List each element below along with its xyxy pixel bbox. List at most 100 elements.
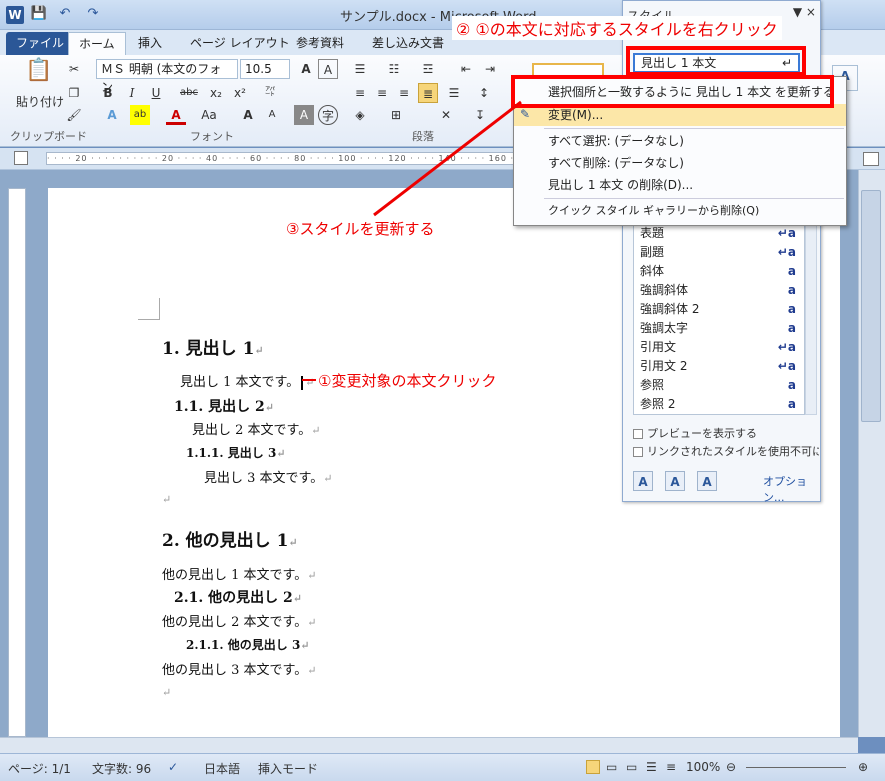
shading-icon[interactable]: ◈ — [350, 105, 370, 125]
web-layout-icon[interactable]: ▭ — [626, 760, 637, 774]
cut-icon[interactable]: ✂ — [64, 59, 84, 79]
italic-button[interactable]: I — [122, 83, 142, 103]
style-item[interactable]: 表題 ↵a — [634, 224, 804, 243]
save-icon[interactable]: 💾 — [30, 6, 48, 24]
horizontal-scrollbar[interactable] — [0, 737, 858, 753]
numbering-icon[interactable]: ☷ — [384, 59, 404, 79]
doc-heading-1[interactable]: 1. 見出し 1↵ — [162, 334, 264, 359]
style-item[interactable]: 参照 a — [634, 376, 804, 395]
tab-references[interactable]: 参考資料 — [286, 32, 354, 56]
draft-icon[interactable]: ≡ — [666, 760, 676, 774]
style-item[interactable]: 強調斜体 a — [634, 281, 804, 300]
style-item[interactable]: 引用文 ↵a — [634, 338, 804, 357]
menu-item-remove-from-gallery[interactable]: クイック スタイル ギャラリーから削除(Q) — [514, 200, 846, 222]
doc-heading-3[interactable]: 2.1.1. 他の見出し 3↵ — [186, 636, 310, 653]
options-link[interactable]: オプション... — [763, 473, 820, 505]
copy-icon[interactable]: ❐ — [64, 83, 84, 103]
vertical-scroll-thumb[interactable] — [861, 190, 881, 422]
zoom-slider[interactable] — [746, 767, 846, 768]
text-effects-button[interactable]: A — [102, 105, 122, 125]
bold-button[interactable]: B — [98, 83, 118, 103]
ruby-icon[interactable]: ㌀ — [260, 83, 280, 103]
tab-insert[interactable]: 挿入 — [128, 32, 172, 56]
redo-icon[interactable]: ↷ — [84, 6, 102, 24]
align-right-icon[interactable]: ≡ — [394, 83, 414, 103]
style-list-scrollbar[interactable] — [805, 219, 817, 415]
word-count[interactable]: 文字数: 96 — [92, 760, 151, 777]
borders-icon[interactable]: ⊞ — [386, 105, 406, 125]
doc-heading-2[interactable]: 2.1. 他の見出し 2↵ — [174, 587, 302, 607]
multilevel-list-icon[interactable]: ☲ — [418, 59, 438, 79]
style-item[interactable]: 引用文 2 ↵a — [634, 357, 804, 376]
tab-home[interactable]: ホーム — [68, 32, 126, 56]
doc-heading-1[interactable]: 2. 他の見出し 1↵ — [162, 526, 298, 551]
ruler-toggle-icon[interactable] — [863, 152, 879, 166]
doc-body-text[interactable]: 他の見出し 2 本文です。↵ — [162, 611, 316, 630]
style-item[interactable]: 参照 2a — [634, 395, 804, 414]
clear-format-icon[interactable]: A — [318, 59, 338, 79]
format-painter-icon[interactable]: 🖌 — [64, 105, 84, 125]
proofing-icon[interactable]: ✓ — [168, 760, 178, 774]
distributed-icon[interactable]: ☰ — [444, 83, 464, 103]
justify-icon[interactable]: ≣ — [418, 83, 438, 103]
tab-file[interactable]: ファイル — [6, 32, 75, 56]
align-center-icon[interactable]: ≡ — [372, 83, 392, 103]
style-inspector-icon[interactable]: A — [665, 471, 685, 491]
doc-empty-line[interactable]: ↵ — [162, 685, 171, 700]
menu-item-delete-style[interactable]: 見出し 1 本文 の削除(D)... — [514, 174, 846, 196]
line-spacing-icon[interactable]: ↕ — [474, 83, 494, 103]
insert-mode[interactable]: 挿入モード — [258, 760, 318, 777]
shrink-font-button[interactable]: A — [262, 105, 282, 125]
doc-body-text[interactable]: 他の見出し 3 本文です。↵ — [162, 659, 316, 678]
fullscreen-reading-icon[interactable]: ▭ — [606, 760, 617, 774]
language[interactable]: 日本語 — [204, 760, 240, 777]
style-item[interactable]: 強調太字 a — [634, 319, 804, 338]
underline-button[interactable]: U — [146, 83, 166, 103]
asian-layout-icon[interactable]: ✕ — [436, 105, 456, 125]
enclose-char-button[interactable]: 字 — [318, 105, 338, 125]
increase-indent-icon[interactable]: ⇥ — [480, 59, 500, 79]
change-case-button[interactable]: Aa — [196, 105, 222, 125]
new-style-icon[interactable]: A — [633, 471, 653, 491]
style-item[interactable]: 斜体 a — [634, 262, 804, 281]
align-left-icon[interactable]: ≡ — [350, 83, 370, 103]
font-name-select[interactable]: ＭＳ 明朝 (本文のフォン — [96, 59, 238, 94]
undo-icon[interactable]: ↶ — [56, 6, 74, 24]
tab-page-layout[interactable]: ページ レイアウト — [180, 32, 300, 56]
doc-body-text[interactable]: 見出し 2 本文です。↵ — [192, 419, 320, 438]
strikethrough-button[interactable]: abc — [176, 83, 202, 103]
menu-item-select-all[interactable]: すべて選択: (データなし) — [514, 130, 846, 152]
highlight-button[interactable]: ab — [130, 105, 150, 125]
horizontal-ruler[interactable]: · · · · 20 · · · · · · · · · · 20 · · · … — [46, 152, 566, 165]
paste-button-label[interactable]: 貼り付け — [16, 93, 64, 110]
doc-body-text[interactable]: 他の見出し 1 本文です。↵ — [162, 564, 316, 583]
style-item[interactable]: 強調斜体 2a — [634, 300, 804, 319]
tab-selector[interactable] — [14, 151, 28, 165]
superscript-button[interactable]: x² — [230, 83, 250, 103]
font-size-select[interactable]: 10.5 — [240, 59, 290, 79]
menu-item-clear-all[interactable]: すべて削除: (データなし) — [514, 152, 846, 174]
doc-body-text[interactable]: 見出し 1 本文です。 ↵ — [180, 371, 314, 390]
grow-font-icon[interactable]: A — [296, 59, 316, 79]
grow-font-button[interactable]: A — [238, 105, 258, 125]
subscript-button[interactable]: x₂ — [206, 83, 226, 103]
paste-icon[interactable]: 📋 — [24, 60, 54, 91]
style-item[interactable]: 副題 ↵a — [634, 243, 804, 262]
manage-styles-icon[interactable]: A — [697, 471, 717, 491]
tab-mailings[interactable]: 差し込み文書 — [362, 32, 454, 56]
zoom-out-icon[interactable]: ⊖ — [726, 760, 736, 774]
bullets-icon[interactable]: ☰ — [350, 59, 370, 79]
doc-body-text[interactable]: 見出し 3 本文です。↵ — [204, 467, 332, 486]
show-preview-checkbox[interactable]: プレビューを表示する — [633, 425, 757, 441]
styles-pane-close-icon[interactable]: ▼ × — [793, 5, 816, 19]
page-count[interactable]: ページ: 1/1 — [8, 760, 71, 777]
doc-heading-2[interactable]: 1.1. 見出し 2↵ — [174, 396, 274, 416]
doc-heading-3[interactable]: 1.1.1. 見出し 3↵ — [186, 444, 286, 461]
zoom-in-icon[interactable]: ⊕ — [858, 760, 868, 774]
doc-empty-line[interactable]: ↵ — [162, 492, 171, 507]
zoom-level[interactable]: 100% — [686, 760, 720, 774]
word-app-icon[interactable]: W — [6, 6, 24, 24]
outline-icon[interactable]: ☰ — [646, 760, 657, 774]
font-color-button[interactable]: A — [166, 105, 186, 125]
sort-icon[interactable]: ↧ — [470, 105, 490, 125]
